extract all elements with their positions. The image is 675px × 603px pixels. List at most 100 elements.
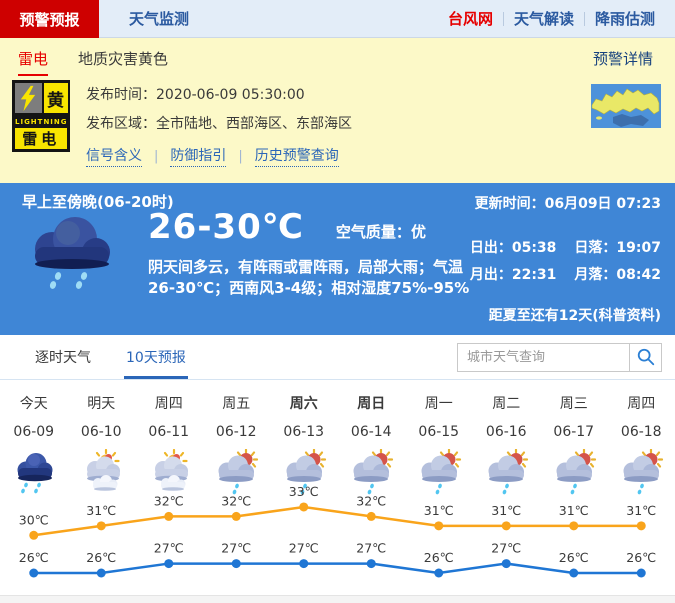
lightning-warning-icon: 黄 LIGHTNING 雷电 bbox=[12, 80, 70, 152]
publish-area-value: 全市陆地、西部海区、东部海区 bbox=[156, 116, 352, 132]
day-name: 周六 bbox=[270, 393, 338, 413]
moonrise-value: 22:31 bbox=[512, 267, 557, 283]
warning-tab-lightning[interactable]: 雷电 bbox=[18, 48, 48, 69]
warning-section: 雷电 地质灾害黄色 预警详情 黄 LIGHTNING 雷电 发布时间：2020-… bbox=[0, 38, 675, 183]
lightning-bolt-icon bbox=[15, 83, 44, 113]
svg-text:33℃: 33℃ bbox=[289, 486, 319, 499]
moonrise-time: 月出：22:31 bbox=[470, 264, 557, 284]
warning-en-label: LIGHTNING bbox=[15, 115, 68, 128]
day-date: 06-14 bbox=[338, 424, 406, 440]
svg-text:26℃: 26℃ bbox=[559, 550, 589, 565]
sunrise-label: 日出： bbox=[470, 240, 512, 256]
search-button[interactable] bbox=[629, 343, 662, 372]
warning-body: 黄 LIGHTNING 雷电 发布时间：2020-06-09 05:30:00 … bbox=[0, 78, 675, 167]
forecast-day-column: 周四 06-11 bbox=[135, 380, 203, 495]
forecast-day-column: 周三06-17 bbox=[540, 380, 608, 495]
tab-weather-monitor[interactable]: 天气监测 bbox=[99, 0, 219, 37]
svg-text:32℃: 32℃ bbox=[356, 493, 386, 508]
forecast-days: 今天06-09 明天 06-10 周四 06-11 周五 06-12 bbox=[0, 380, 675, 495]
svg-text:30℃: 30℃ bbox=[19, 512, 49, 527]
top-nav: 预警预报 天气监测 台风网 天气解读 降雨估测 bbox=[0, 0, 675, 38]
svg-text:27℃: 27℃ bbox=[221, 541, 251, 556]
warning-links: 信号含义 | 防御指引 | 历史预警查询 bbox=[86, 145, 352, 167]
day-name: 周日 bbox=[338, 393, 406, 413]
day-date: 06-09 bbox=[0, 424, 68, 440]
forecast-day-column: 周五 06-12 bbox=[203, 380, 271, 495]
tab-ten-day-forecast[interactable]: 10天预报 bbox=[126, 335, 186, 379]
ten-day-forecast: 今天06-09 明天 06-10 周四 06-11 周五 06-12 bbox=[0, 380, 675, 595]
moonset-value: 08:42 bbox=[616, 267, 661, 283]
sunrise-value: 05:38 bbox=[512, 240, 557, 256]
warning-tab-geohazard[interactable]: 地质灾害黄色 bbox=[78, 48, 168, 69]
publish-time-label: 发布时间： bbox=[86, 87, 156, 103]
publish-time-value: 2020-06-09 05:30:00 bbox=[156, 87, 305, 103]
update-time-value: 06月09日 07:23 bbox=[545, 196, 661, 212]
solstice-countdown[interactable]: 距夏至还有12天(科普资料) bbox=[489, 305, 661, 325]
forecast-tabs-row: 逐时天气 10天预报 bbox=[0, 335, 675, 380]
svg-text:32℃: 32℃ bbox=[154, 493, 184, 508]
top-nav-links: 台风网 天气解读 降雨估测 bbox=[438, 0, 675, 37]
publish-area-line: 发布区域：全市陆地、西部海区、东部海区 bbox=[86, 113, 352, 133]
warning-area-map[interactable] bbox=[591, 84, 661, 167]
day-name: 明天 bbox=[68, 393, 136, 413]
day-date: 06-15 bbox=[405, 424, 473, 440]
city-search-input[interactable] bbox=[457, 343, 629, 372]
air-quality: 空气质量：优 bbox=[336, 221, 426, 242]
svg-text:27℃: 27℃ bbox=[154, 541, 184, 556]
sunset-time: 日落：19:07 bbox=[574, 237, 661, 257]
link-history-warning[interactable]: 历史预警查询 bbox=[255, 145, 339, 167]
day-name: 周四 bbox=[135, 393, 203, 413]
link-typhoon-net[interactable]: 台风网 bbox=[438, 8, 503, 29]
moonrise-label: 月出： bbox=[470, 267, 512, 283]
svg-text:26℃: 26℃ bbox=[424, 550, 454, 565]
tab-warning-forecast[interactable]: 预警预报 bbox=[0, 0, 99, 38]
day-name: 周一 bbox=[405, 393, 473, 413]
update-time: 更新时间：06月09日 07:23 bbox=[475, 193, 661, 213]
svg-text:31℃: 31℃ bbox=[626, 503, 656, 518]
link-signal-meaning[interactable]: 信号含义 bbox=[86, 145, 142, 167]
svg-text:31℃: 31℃ bbox=[86, 503, 116, 518]
sun-moon-times: 日出：05:38 日落：19:07 月出：22:31 月落：08:42 bbox=[470, 237, 661, 284]
sunset-value: 19:07 bbox=[616, 240, 661, 256]
update-time-label: 更新时间： bbox=[475, 196, 545, 212]
warning-detail-link[interactable]: 预警详情 bbox=[593, 48, 653, 69]
moonset-label: 月落： bbox=[574, 267, 616, 283]
day-name: 周五 bbox=[203, 393, 271, 413]
forecast-day-column: 周二06-16 bbox=[473, 380, 541, 495]
link-weather-explain[interactable]: 天气解读 bbox=[504, 8, 584, 29]
forecast-day-column: 周日 06-14 bbox=[338, 380, 406, 495]
air-quality-label: 空气质量： bbox=[336, 223, 411, 241]
search-icon bbox=[636, 347, 656, 367]
sunrise-time: 日出：05:38 bbox=[470, 237, 557, 257]
temperature-row: 26-30℃ 空气质量：优 bbox=[148, 207, 426, 247]
day-date: 06-11 bbox=[135, 424, 203, 440]
day-date: 06-16 bbox=[473, 424, 541, 440]
publish-time-line: 发布时间：2020-06-09 05:30:00 bbox=[86, 84, 352, 104]
day-date: 06-12 bbox=[203, 424, 271, 440]
day-date: 06-10 bbox=[68, 424, 136, 440]
link-rain-estimate[interactable]: 降雨估测 bbox=[585, 8, 665, 29]
current-weather-panel: 早上至傍晚(06-20时) 更新时间：06月09日 07:23 26-30℃ 空… bbox=[0, 183, 675, 335]
weather-description: 阴天间多云，有阵雨或雷阵雨，局部大雨；气温26-30℃；西南风3-4级；相对湿度… bbox=[148, 257, 490, 299]
publish-area-label: 发布区域： bbox=[86, 116, 156, 132]
svg-text:31℃: 31℃ bbox=[491, 503, 521, 518]
svg-text:31℃: 31℃ bbox=[559, 503, 589, 518]
air-quality-value: 优 bbox=[411, 223, 426, 241]
divider: | bbox=[238, 149, 242, 164]
footer-strip bbox=[0, 595, 675, 603]
forecast-day-column: 周一 06-15 bbox=[405, 380, 473, 495]
forecast-day-column: 今天06-09 bbox=[0, 380, 68, 495]
tab-hourly-weather[interactable]: 逐时天气 bbox=[35, 335, 91, 379]
weather-page: 预警预报 天气监测 台风网 天气解读 降雨估测 雷电 地质灾害黄色 预警详情 黄 bbox=[0, 0, 675, 603]
link-defense-guide[interactable]: 防御指引 bbox=[170, 145, 226, 167]
warning-tabs: 雷电 地质灾害黄色 预警详情 bbox=[0, 38, 675, 78]
day-date: 06-18 bbox=[608, 424, 675, 440]
forecast-day-column: 明天 06-10 bbox=[68, 380, 136, 495]
day-date: 06-13 bbox=[270, 424, 338, 440]
svg-text:31℃: 31℃ bbox=[424, 503, 454, 518]
day-name: 周三 bbox=[540, 393, 608, 413]
svg-text:26℃: 26℃ bbox=[19, 550, 49, 565]
sunset-label: 日落： bbox=[574, 240, 616, 256]
moonset-time: 月落：08:42 bbox=[574, 264, 661, 284]
warning-level-char: 黄 bbox=[44, 83, 68, 113]
